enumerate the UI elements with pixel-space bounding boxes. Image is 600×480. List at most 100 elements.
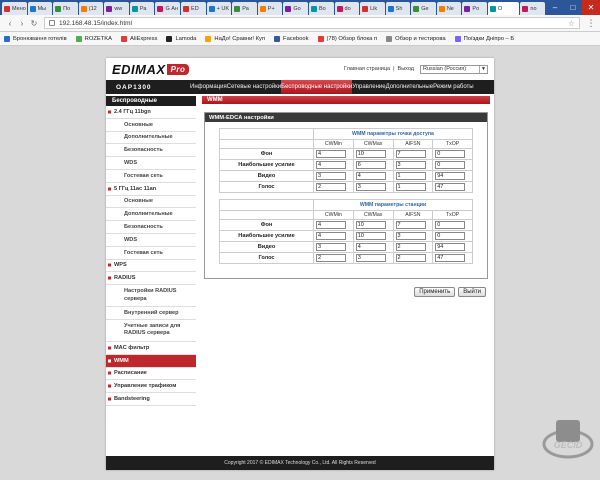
sidebar-item[interactable]: Внутренний сервер [106,307,196,320]
url-field[interactable]: 192.168.48.15/index.html ☆ [44,17,580,29]
bookmark-item[interactable]: ROZETKA [75,35,112,42]
nav-tab[interactable]: Дополнительные [386,80,434,94]
sidebar-item[interactable]: Гостевая сеть [106,247,196,260]
sidebar-item[interactable]: Bandsteering [106,393,196,406]
logout-link[interactable]: Выход [398,66,414,72]
param-input[interactable]: 0 [435,221,466,229]
nav-tab[interactable]: Информация [190,80,227,94]
nav-tab[interactable]: Режим работы [433,80,474,94]
param-input[interactable]: 2 [316,183,346,191]
reload-icon[interactable]: ↻ [28,19,40,28]
bookmark-item[interactable]: Lamoda [166,35,196,42]
back-arrow-icon[interactable]: ‹ [4,19,16,28]
browser-tab[interactable]: По [53,2,78,15]
language-select[interactable]: Russian (Россия) ▼ [420,64,488,74]
param-input[interactable]: 1 [395,183,426,191]
param-input[interactable]: 2 [316,254,346,262]
sidebar-item[interactable]: WDS [106,157,196,170]
param-input[interactable]: 3 [355,254,386,262]
param-input[interactable]: 4 [316,232,346,240]
param-input[interactable]: 2 [395,243,426,251]
browser-tab[interactable]: + UK [206,2,232,15]
sidebar-item[interactable]: Основные [106,196,196,209]
browser-tab[interactable]: Р+ [257,2,283,15]
browser-tab[interactable]: Во [308,2,334,15]
param-input[interactable]: 7 [395,221,426,229]
sidebar-item[interactable]: Дополнительные [106,208,196,222]
param-input[interactable]: 6 [355,161,386,169]
home-link[interactable]: Главная страница [344,66,390,72]
param-input[interactable]: 0 [435,232,466,240]
param-input[interactable]: 10 [355,221,386,229]
sidebar-item[interactable]: Гостевая сеть [106,170,196,183]
param-input[interactable]: 47 [435,183,466,191]
bookmark-star-icon[interactable]: ☆ [568,19,575,28]
bookmark-item[interactable]: AliExpress [121,35,157,42]
browser-tab[interactable]: Мено [2,2,27,15]
sidebar-item[interactable]: Безопасность [106,144,196,158]
nav-tab[interactable]: Сетевые настройки [227,80,281,94]
nav-tab[interactable]: Управление [352,80,385,94]
bookmark-item[interactable]: Бронювання готелів [4,35,67,42]
bookmark-item[interactable]: Facebook [274,35,309,42]
bookmark-item[interactable]: (78) Обзор блока п [317,35,377,42]
param-input[interactable]: 3 [316,243,346,251]
param-input[interactable]: 10 [355,232,386,240]
sidebar-item[interactable]: RADIUS [106,272,196,286]
maximize-icon[interactable]: □ [564,0,582,15]
browser-tab[interactable]: do [334,2,360,15]
browser-tab[interactable]: Ра [129,2,155,15]
param-input[interactable]: 0 [435,150,466,158]
param-input[interactable]: 4 [355,243,386,251]
browser-tab[interactable]: Go [283,2,308,15]
bookmark-item[interactable]: НаДо! Сравни! Куп [205,35,265,42]
sidebar-item[interactable]: WMM [106,354,196,368]
param-input[interactable]: 4 [355,172,386,180]
exit-button[interactable]: Выйти [458,287,486,297]
param-input[interactable]: 0 [435,161,466,169]
minimize-icon[interactable]: – [546,0,564,15]
browser-tab[interactable]: G Ан [155,2,181,15]
browser-tab[interactable]: ww [104,2,129,15]
sidebar-item[interactable]: Учетные записи для RADIUS сервера [106,320,196,342]
sidebar-item[interactable]: MAC фильтр [106,342,196,355]
apply-button[interactable]: Применить [414,287,456,297]
browser-tab[interactable]: no [520,2,545,15]
param-input[interactable]: 7 [395,150,426,158]
browser-tab[interactable]: Ра [232,2,257,15]
param-input[interactable]: 4 [316,161,346,169]
sidebar-item[interactable]: 5 ГГц 11ac 11an [106,183,196,196]
sidebar-item[interactable]: Расписание [106,368,196,381]
browser-menu-icon[interactable]: ⋮ [586,18,596,29]
param-input[interactable]: 10 [355,150,386,158]
param-input[interactable]: 1 [395,172,426,180]
param-input[interactable]: 3 [395,232,426,240]
browser-tab[interactable]: Lik [360,2,385,15]
param-input[interactable]: 3 [316,172,346,180]
browser-tab[interactable]: Ne [436,2,462,15]
sidebar-item[interactable]: Безопасность [106,221,196,234]
param-input[interactable]: 4 [316,221,346,229]
browser-tab[interactable]: Ge [411,2,436,15]
sidebar-item[interactable]: WPS [106,260,196,273]
param-input[interactable]: 47 [435,254,466,262]
param-input[interactable]: 4 [316,150,346,158]
close-icon[interactable]: ✕ [582,0,600,15]
param-input[interactable]: 3 [355,183,386,191]
bookmark-item[interactable]: Поїздки Дніпро – Б [454,35,514,42]
bookmark-item[interactable]: Обзор и тестирова [386,35,446,42]
param-input[interactable]: 94 [435,172,466,180]
browser-tab[interactable]: O [487,2,520,15]
sidebar-item[interactable]: 2.4 ГГц 11bgn [106,106,196,119]
sidebar-item[interactable]: Основные [106,119,196,132]
browser-tab[interactable]: Sh [385,2,411,15]
sidebar-item[interactable]: Настройки RADIUS сервера [106,285,196,308]
browser-tab[interactable]: Мы [27,2,53,15]
param-input[interactable]: 94 [435,243,466,251]
nav-tab[interactable]: Беспроводные настройки [281,80,353,94]
param-input[interactable]: 2 [395,254,426,262]
browser-tab[interactable]: Po [462,2,487,15]
sidebar-item[interactable]: Дополнительные [106,132,196,145]
sidebar-item[interactable]: Управление трафиком [106,380,196,394]
forward-arrow-icon[interactable]: › [16,19,28,28]
